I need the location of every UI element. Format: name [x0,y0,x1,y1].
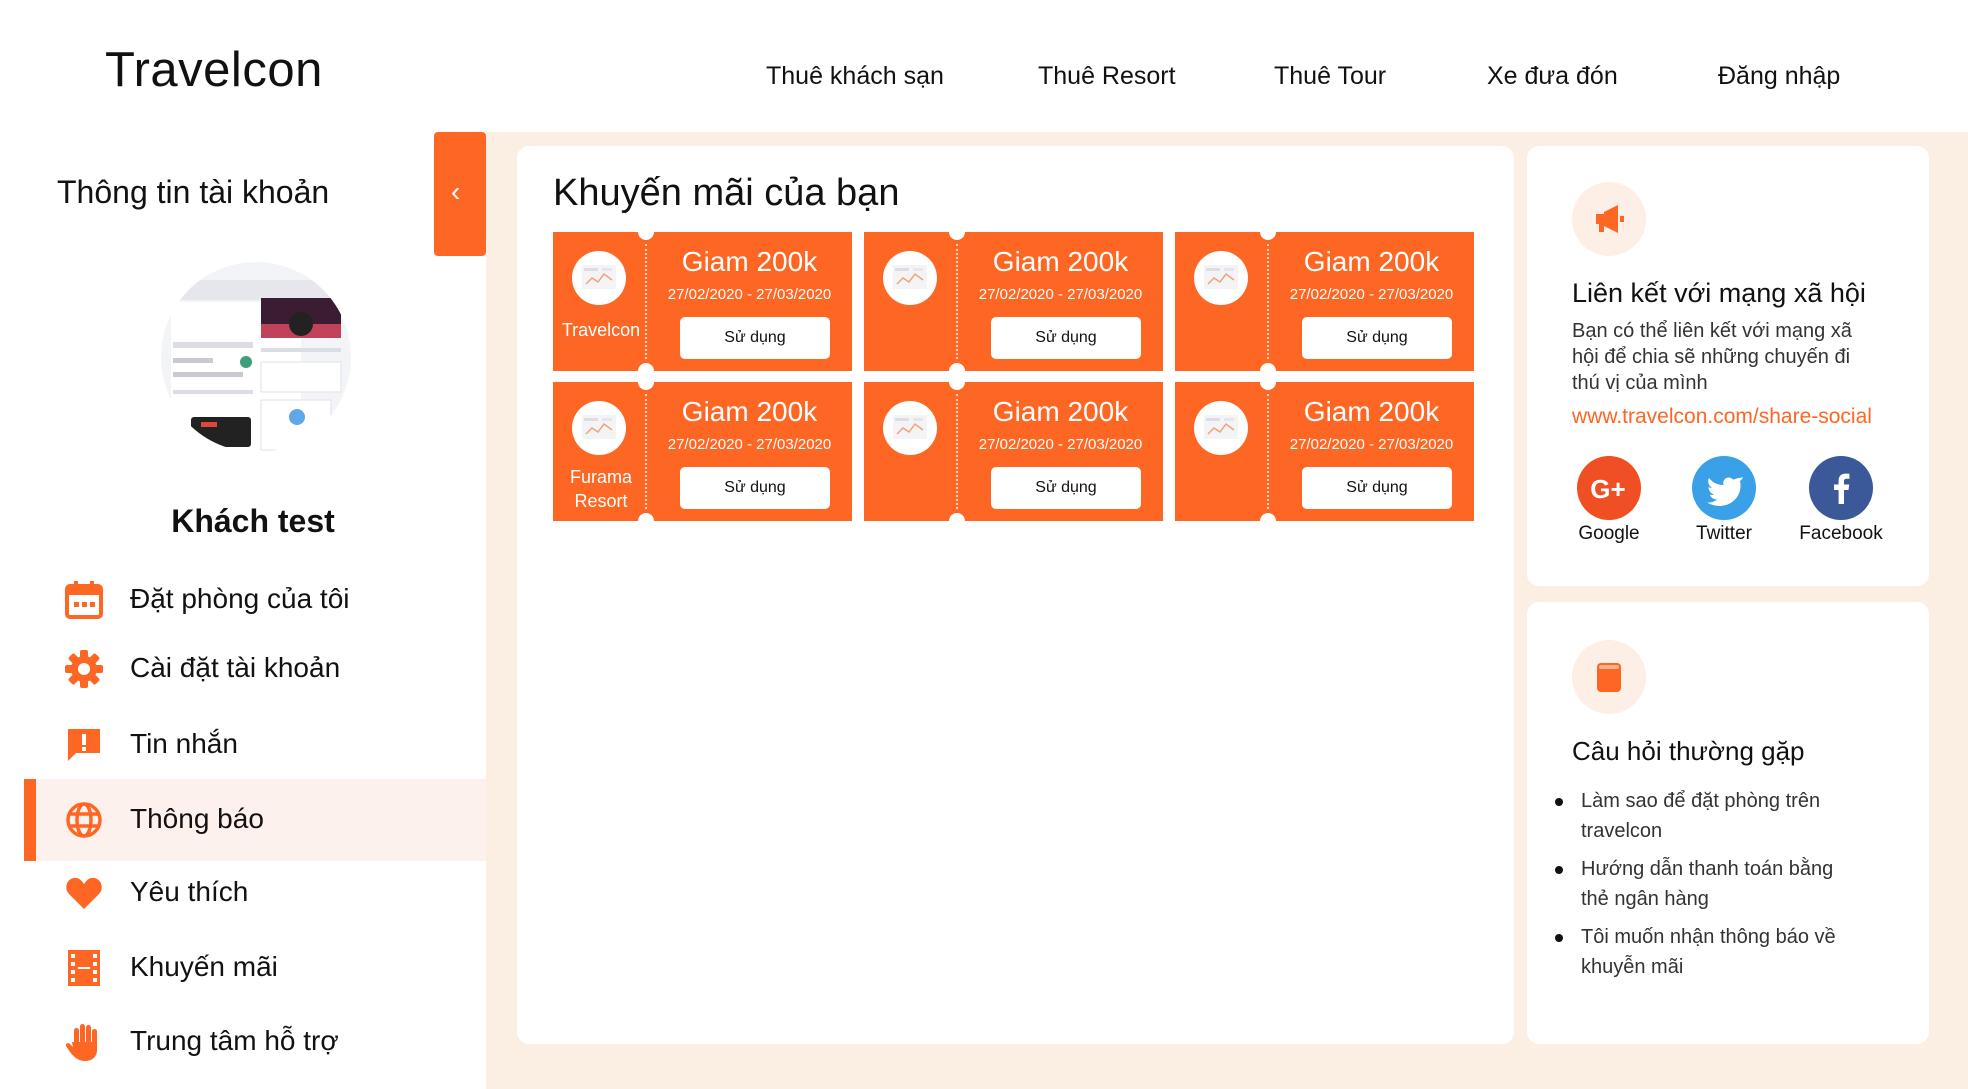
sidebar-item-settings[interactable]: Cài đặt tài khoản [24,628,486,710]
social-title: Liên kết với mạng xã hội [1572,278,1866,308]
google-plus-button[interactable]: G+ [1577,456,1641,520]
sidebar-item-support[interactable]: Trung tâm hỗ trợ [24,1001,486,1083]
coupon-brand: Furama Resort [569,467,632,511]
message-alert-icon [64,725,104,765]
coupon-date: 27/02/2020 - 27/03/2020 [978,436,1143,453]
coupon-logo [572,401,626,455]
coupon-logo [572,251,626,305]
twitter-button[interactable] [1692,456,1756,520]
user-name: Khách test [171,503,335,539]
coupon-logo [1194,251,1248,305]
coupon-card: Giam 200k 27/02/2020 - 27/03/2020 Sử dụng [1175,382,1474,521]
facebook-button[interactable] [1809,456,1873,520]
use-coupon-button[interactable]: Sử dụng [680,317,830,359]
use-coupon-button[interactable]: Sử dụng [1302,317,1452,359]
twitter-label[interactable]: Twitter [1664,523,1784,545]
coupon-notch [949,382,965,390]
coupon-amount: Giam 200k [992,396,1129,427]
facebook-icon [1834,473,1850,504]
coupon-date: 27/02/2020 - 27/03/2020 [978,286,1143,303]
coupon-amount: Giam 200k [681,396,818,427]
coupon-date: 27/02/2020 - 27/03/2020 [667,286,832,303]
faq-item[interactable]: Hướng dẫn thanh toán bằng thẻ ngân hàng [1555,854,1901,914]
use-coupon-button[interactable]: Sử dụng [991,467,1141,509]
coupon-brand: Travelcon [561,320,641,340]
svg-text:G+: G+ [1590,474,1625,504]
coupon-notch [638,363,654,371]
sidebar-item-label: Đặt phòng của tôi [130,583,350,614]
heart-icon [64,873,104,913]
twitter-icon [1707,477,1743,506]
sidebar-item-label: Thông báo [130,803,264,834]
coupon-amount: Giam 200k [992,246,1129,277]
sidebar-item-promotions[interactable]: Khuyến mãi [24,927,486,1009]
coupon-card: Travelcon Giam 200k 27/02/2020 - 27/03/202… [553,232,852,371]
sidebar-item-label: Cài đặt tài khoản [130,652,341,683]
coupon-notch [949,513,965,521]
nav-hotel[interactable]: Thuê khách sạn [766,62,944,91]
megaphone-icon [1572,182,1646,256]
sidebar-collapse-button[interactable]: ‹ [434,132,486,256]
use-coupon-button[interactable]: Sử dụng [991,317,1141,359]
coupon-notch [638,513,654,521]
coupon-card: Giam 200k 27/02/2020 - 27/03/2020 Sử dụng [864,382,1163,521]
coupon-notch [638,382,654,390]
coupon-notch [1260,513,1276,521]
coupon-amount: Giam 200k [1303,396,1440,427]
coupon-notch [1260,382,1276,390]
sidebar-item-label: Tin nhắn [130,728,238,759]
gear-icon [64,649,104,689]
coupon-date: 27/02/2020 - 27/03/2020 [1289,286,1454,303]
book-icon [1572,640,1646,714]
calendar-icon [64,580,104,620]
facebook-label[interactable]: Facebook [1781,523,1901,545]
avatar[interactable] [161,262,351,452]
coupon-date: 27/02/2020 - 27/03/2020 [1289,436,1454,453]
sidebar-item-notifications[interactable]: Thông báo [24,779,486,861]
faq-item[interactable]: Tôi muốn nhận thông báo về khuyễn mãi [1555,922,1901,982]
coupon-card: Furama Resort Giam 200k 27/02/2020 - 27/03… [553,382,852,521]
film-icon [64,948,104,988]
coupon-notch [1260,363,1276,371]
page-title: Khuyến mãi của bạn [553,172,900,214]
hand-icon [64,1022,104,1062]
use-coupon-button[interactable]: Sử dụng [1302,467,1452,509]
coupon-logo [883,401,937,455]
faq-item[interactable]: Làm sao để đặt phòng trên travelcon [1555,786,1901,846]
google-label[interactable]: Google [1549,523,1669,545]
coupon-date: 27/02/2020 - 27/03/2020 [667,436,832,453]
nav-login[interactable]: Đăng nhập [1718,62,1840,91]
nav-transfer[interactable]: Xe đưa đón [1487,62,1618,91]
use-coupon-button[interactable]: Sử dụng [680,467,830,509]
google-plus-icon: G+ [1590,474,1625,504]
nav-tour[interactable]: Thuê Tour [1274,62,1386,91]
coupon-notch [1260,232,1276,240]
coupon-notch [949,232,965,240]
faq-title: Câu hỏi thường gặp [1572,736,1805,766]
site-logo[interactable]: Travelcon [105,42,323,98]
globe-icon [64,800,104,840]
nav-resort[interactable]: Thuê Resort [1038,62,1176,91]
chevron-left-icon: ‹ [451,176,461,207]
top-header: Travelcon Thuê khách sạn Thuê Resort Thu… [0,0,1968,132]
share-social-link[interactable]: www.travelcon.com/share-social [1572,405,1872,429]
coupon-logo [883,251,937,305]
coupon-card: Giam 200k 27/02/2020 - 27/03/2020 Sử dụng [864,232,1163,371]
coupon-card: Giam 200k 27/02/2020 - 27/03/2020 Sử dụng [1175,232,1474,371]
sidebar-title: Thông tin tài khoản [57,174,330,210]
coupon-notch [949,363,965,371]
coupon-logo [1194,401,1248,455]
sidebar-item-label: Khuyến mãi [130,951,278,982]
coupon-notch [638,232,654,240]
social-description: Bạn có thể liên kết với mạng xã hội để c… [1572,320,1852,394]
sidebar-item-label: Trung tâm hỗ trợ [130,1025,339,1056]
sidebar-item-label: Yêu thích [130,876,249,907]
coupon-amount: Giam 200k [681,246,818,277]
coupon-amount: Giam 200k [1303,246,1440,277]
sidebar-item-favorites[interactable]: Yêu thích [24,852,486,934]
sidebar-item-messages[interactable]: Tin nhắn [24,704,486,786]
